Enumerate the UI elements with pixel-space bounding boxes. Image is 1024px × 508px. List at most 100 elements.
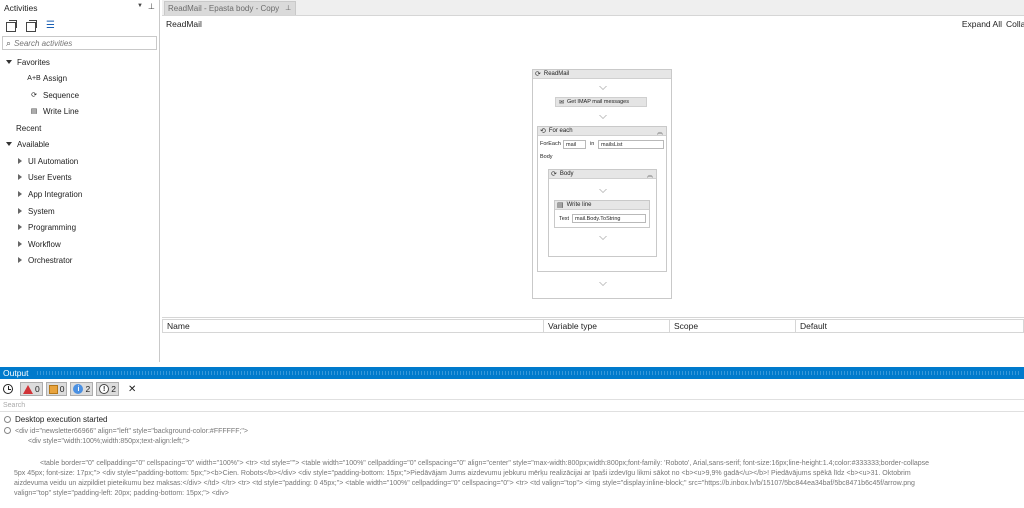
tree-item-workflow[interactable]: Workflow bbox=[18, 237, 61, 251]
tree-item-ui-automation[interactable]: UI Automation bbox=[18, 154, 78, 168]
collapse-chevron-icon[interactable]: ︽ bbox=[657, 127, 663, 136]
tree-item-orchestrator[interactable]: Orchestrator bbox=[18, 253, 72, 267]
tree-item-app-integration[interactable]: App Integration bbox=[18, 187, 82, 201]
expanded-arrow-icon[interactable] bbox=[6, 60, 12, 64]
tree-item-write-line[interactable]: ▤ Write Line bbox=[29, 104, 79, 118]
collapse-all-link[interactable]: Collapse All bbox=[1006, 19, 1024, 29]
tree-label: Recent bbox=[16, 123, 42, 133]
expand-all-link[interactable]: Expand All bbox=[962, 19, 1002, 29]
tree-label: Favorites bbox=[17, 57, 50, 67]
collapse-all-icon[interactable] bbox=[26, 19, 37, 32]
activity-label: Get IMAP mail messages bbox=[567, 99, 629, 105]
tab-label: ReadMail - Epasta body - Copy bbox=[168, 4, 280, 13]
collapsed-arrow-icon[interactable] bbox=[18, 158, 22, 164]
output-log: Desktop execution started <div id="newsl… bbox=[0, 412, 1024, 507]
document-tab-bar: ReadMail - Epasta body - Copy ⊥ bbox=[162, 0, 1024, 16]
tree-label: App Integration bbox=[28, 189, 83, 199]
assign-icon: A+B bbox=[27, 74, 41, 82]
foreach-title: For each bbox=[548, 128, 573, 134]
pin-icon[interactable]: ⊥ bbox=[148, 2, 155, 11]
log-entry[interactable]: Desktop execution started bbox=[4, 415, 108, 424]
log-text: <div id="newsletter66966" align="left" s… bbox=[15, 428, 248, 435]
tree-label: UI Automation bbox=[28, 156, 79, 166]
write-line-title: Write line bbox=[566, 202, 592, 208]
write-line-text-field[interactable]: mail.Body.ToString bbox=[572, 214, 646, 223]
expand-all-icon[interactable] bbox=[6, 19, 17, 32]
drop-arrow-icon bbox=[599, 282, 607, 286]
breadcrumb[interactable]: ReadMail bbox=[166, 19, 202, 29]
sequence-icon: ⟳ bbox=[551, 171, 557, 178]
drop-arrow-icon bbox=[599, 189, 607, 193]
timestamp-toggle-icon[interactable] bbox=[3, 384, 13, 394]
warnings-filter-button[interactable]: 0 bbox=[45, 382, 68, 396]
text-label: Text bbox=[559, 216, 570, 222]
activity-for-each[interactable]: ⟲ For each ︽ ForEach mail in mailsList B… bbox=[537, 126, 667, 272]
output-search-input[interactable]: Search bbox=[0, 400, 1024, 412]
tree-label: Orchestrator bbox=[28, 255, 73, 265]
clear-output-icon[interactable]: ✕ bbox=[128, 384, 136, 395]
activities-panel: Activities ▼ ⊥ ☰ ⌕ Favorites A+B Assign … bbox=[0, 0, 160, 362]
column-header-default[interactable]: Default bbox=[796, 319, 1024, 333]
sequence-body[interactable]: ⟳ Body ︽ ▤ Write line Text mail.Body.ToS… bbox=[548, 169, 657, 257]
trace-filter-button[interactable]: ! 2 bbox=[96, 382, 119, 396]
tree-label: Workflow bbox=[28, 239, 61, 249]
body-header: ⟳ Body ︽ bbox=[549, 170, 656, 179]
body-label: Body bbox=[540, 154, 553, 160]
collapsed-arrow-icon[interactable] bbox=[18, 174, 22, 180]
tree-label: Available bbox=[17, 139, 50, 149]
tree-item-sequence[interactable]: ⟳ Sequence bbox=[29, 88, 79, 102]
activities-toolbar: ☰ bbox=[0, 16, 159, 34]
log-line: aizdevuma veidu un aizpildiet pieteikumu… bbox=[14, 480, 915, 487]
pin-icon[interactable]: ⊥ bbox=[285, 4, 291, 12]
log-line: <table border="0" cellpadding="0" cellsp… bbox=[40, 460, 930, 467]
log-line: valign="top" style="padding-left: 20px; … bbox=[14, 490, 229, 497]
tree-item-programming[interactable]: Programming bbox=[18, 220, 76, 234]
output-panel: Output 0 0 i 2 ! 2 ✕ Search Desktop exec… bbox=[0, 367, 1024, 508]
output-title-bar: Output bbox=[0, 367, 1024, 379]
foreach-item-field[interactable]: mail bbox=[563, 140, 586, 149]
collapsed-arrow-icon[interactable] bbox=[18, 208, 22, 214]
sequence-readmail[interactable]: ⟳ ReadMail ✉ Get IMAP mail messages ⟲ Fo… bbox=[532, 69, 672, 299]
sequence-title: ReadMail bbox=[543, 71, 570, 77]
info-count: 2 bbox=[85, 384, 91, 394]
write-line-header: ▤ Write line bbox=[555, 201, 649, 210]
tab-readmail[interactable]: ReadMail - Epasta body - Copy ⊥ bbox=[164, 1, 297, 15]
collapsed-arrow-icon[interactable] bbox=[18, 191, 22, 197]
activities-title: Activities bbox=[4, 3, 38, 13]
collapsed-arrow-icon[interactable] bbox=[18, 224, 22, 230]
write-line-icon: ▤ bbox=[557, 202, 564, 209]
info-icon bbox=[4, 416, 11, 423]
foreach-label: ForEach bbox=[540, 141, 561, 147]
filter-list-icon[interactable]: ☰ bbox=[46, 20, 57, 31]
info-filter-button[interactable]: i 2 bbox=[70, 382, 94, 396]
activities-search[interactable]: ⌕ bbox=[2, 36, 157, 50]
activity-write-line[interactable]: ▤ Write line Text mail.Body.ToString bbox=[554, 200, 650, 228]
foreach-icon: ⟲ bbox=[540, 128, 546, 135]
warning-icon bbox=[48, 384, 58, 394]
column-header-name[interactable]: Name bbox=[162, 319, 544, 333]
column-header-variable-type[interactable]: Variable type bbox=[544, 319, 670, 333]
tree-item-user-events[interactable]: User Events bbox=[18, 170, 72, 184]
tree-item-system[interactable]: System bbox=[18, 204, 55, 218]
foreach-collection-field[interactable]: mailsList bbox=[598, 140, 664, 149]
errors-count: 0 bbox=[35, 384, 40, 394]
write-line-icon: ▤ bbox=[30, 108, 38, 115]
collapse-chevron-icon[interactable]: ︽ bbox=[647, 170, 653, 179]
activities-search-input[interactable] bbox=[14, 38, 145, 48]
expanded-arrow-icon[interactable] bbox=[6, 142, 12, 146]
mail-icon: ✉ bbox=[559, 99, 565, 106]
tree-item-favorites[interactable]: Favorites bbox=[6, 55, 50, 69]
panel-dropdown-icon[interactable]: ▼ bbox=[137, 3, 143, 9]
log-entry[interactable]: <div id="newsletter66966" align="left" s… bbox=[4, 427, 248, 435]
collapsed-arrow-icon[interactable] bbox=[18, 257, 22, 263]
collapsed-arrow-icon[interactable] bbox=[18, 241, 22, 247]
column-header-scope[interactable]: Scope bbox=[670, 319, 796, 333]
tree-item-recent[interactable]: Recent bbox=[16, 121, 41, 135]
tree-item-available[interactable]: Available bbox=[6, 137, 49, 151]
errors-filter-button[interactable]: 0 bbox=[20, 382, 43, 396]
tree-label: System bbox=[28, 206, 55, 216]
tree-label: Assign bbox=[43, 73, 68, 83]
log-text: Desktop execution started bbox=[15, 415, 108, 424]
activity-get-imap-mail[interactable]: ✉ Get IMAP mail messages bbox=[555, 97, 647, 107]
tree-item-assign[interactable]: A+B Assign bbox=[27, 71, 68, 85]
